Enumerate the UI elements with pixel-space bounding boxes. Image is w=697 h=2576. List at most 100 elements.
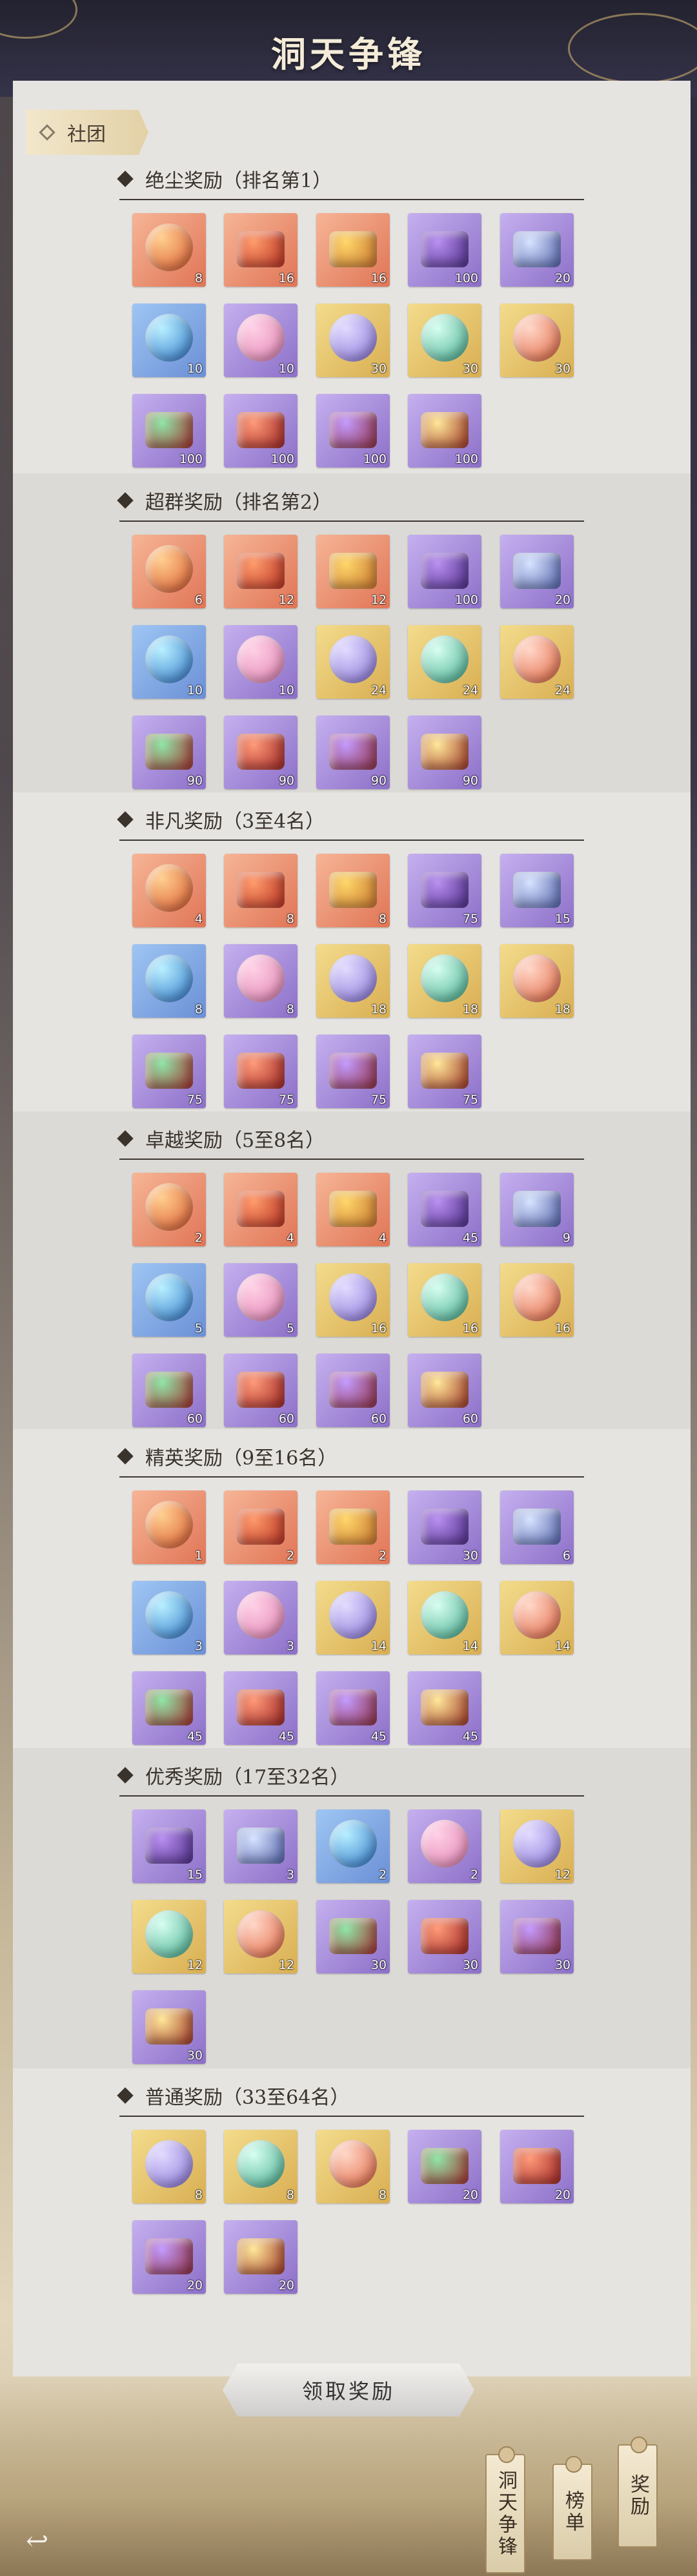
reward-item[interactable]: 5 [132,1263,206,1337]
reward-item[interactable]: 2 [408,1809,481,1883]
reward-item[interactable]: 24 [408,625,481,699]
reward-item[interactable]: 9 [500,1173,574,1246]
tab-ranking[interactable]: 榜单 [552,2456,592,2561]
reward-item[interactable]: 10 [132,625,206,699]
reward-item[interactable]: 30 [132,1990,206,2064]
reward-item[interactable]: 100 [316,394,390,468]
blue-spirit-orb-icon [145,635,193,683]
reward-item[interactable]: 75 [408,854,481,927]
reward-item[interactable]: 8 [316,854,390,927]
reward-item[interactable]: 20 [408,2130,481,2203]
reward-item[interactable]: 30 [408,1490,481,1564]
reward-item[interactable]: 30 [316,1900,390,1973]
reward-item[interactable]: 12 [132,1900,206,1973]
reward-item[interactable]: 16 [224,213,298,287]
reward-item[interactable]: 8 [132,213,206,287]
claim-reward-button[interactable]: 领取奖励 [223,2364,474,2416]
reward-item[interactable]: 8 [316,2130,390,2203]
reward-item[interactable]: 10 [132,304,206,377]
reward-item[interactable]: 3 [132,1581,206,1654]
reward-item[interactable]: 8 [132,2130,206,2203]
reward-item[interactable]: 20 [500,535,574,608]
reward-item[interactable]: 18 [316,944,390,1018]
section-divider [119,520,584,522]
tab-dongtian-zhengfeng[interactable]: 洞天争锋 [485,2446,525,2573]
reward-item[interactable]: 45 [132,1671,206,1745]
reward-item[interactable]: 75 [224,1035,298,1108]
reward-item[interactable]: 4 [316,1173,390,1246]
reward-item[interactable]: 3 [224,1581,298,1654]
reward-item[interactable]: 30 [500,304,574,377]
reward-item[interactable]: 60 [408,1354,481,1427]
item-count: 20 [554,593,571,607]
reward-item[interactable]: 30 [408,1900,481,1973]
reward-item[interactable]: 10 [224,625,298,699]
reward-item[interactable]: 12 [500,1809,574,1883]
reward-item[interactable]: 6 [500,1490,574,1564]
reward-item[interactable]: 8 [132,944,206,1018]
reward-item[interactable]: 24 [500,625,574,699]
reward-item[interactable]: 2 [132,1173,206,1246]
reward-item[interactable]: 20 [500,213,574,287]
reward-item[interactable]: 60 [224,1354,298,1427]
item-count: 10 [278,362,294,376]
reward-item[interactable]: 20 [500,2130,574,2203]
reward-item[interactable]: 20 [132,2220,206,2294]
reward-item[interactable]: 45 [224,1671,298,1745]
reward-item[interactable]: 8 [224,2130,298,2203]
tab-rewards[interactable]: 奖励 [618,2437,658,2548]
reward-item[interactable]: 100 [408,213,481,287]
reward-item[interactable]: 15 [500,854,574,927]
reward-item[interactable]: 75 [408,1035,481,1108]
reward-item[interactable]: 10 [224,304,298,377]
reward-item[interactable]: 100 [132,394,206,468]
reward-item[interactable]: 60 [132,1354,206,1427]
reward-item[interactable]: 18 [408,944,481,1018]
reward-item[interactable]: 12 [316,535,390,608]
reward-item[interactable]: 100 [408,394,481,468]
reward-item[interactable]: 4 [224,1173,298,1246]
reward-item[interactable]: 30 [316,304,390,377]
reward-item[interactable]: 24 [316,625,390,699]
reward-item[interactable]: 90 [224,716,298,789]
reward-item[interactable]: 14 [408,1581,481,1654]
reward-item[interactable]: 16 [316,1263,390,1337]
reward-item[interactable]: 45 [408,1671,481,1745]
reward-item[interactable]: 16 [500,1263,574,1337]
reward-item[interactable]: 4 [132,854,206,927]
reward-item[interactable]: 75 [316,1035,390,1108]
reward-item[interactable]: 3 [224,1809,298,1883]
reward-item[interactable]: 18 [500,944,574,1018]
reward-item[interactable]: 14 [500,1581,574,1654]
reward-item[interactable]: 90 [132,716,206,789]
reward-item[interactable]: 16 [408,1263,481,1337]
reward-item[interactable]: 5 [224,1263,298,1337]
reward-item[interactable]: 20 [224,2220,298,2294]
reward-item[interactable]: 45 [408,1173,481,1246]
reward-item[interactable]: 2 [224,1490,298,1564]
reward-item[interactable]: 1 [132,1490,206,1564]
reward-item[interactable]: 12 [224,535,298,608]
reward-item[interactable]: 12 [224,1900,298,1973]
reward-item[interactable]: 14 [316,1581,390,1654]
reward-item[interactable]: 30 [500,1900,574,1973]
reward-item[interactable]: 45 [316,1671,390,1745]
reward-item[interactable]: 90 [316,716,390,789]
reward-item[interactable]: 8 [224,854,298,927]
reward-item[interactable]: 8 [224,944,298,1018]
reward-item[interactable]: 60 [316,1354,390,1427]
reward-item[interactable]: 15 [132,1809,206,1883]
reward-item[interactable]: 90 [408,716,481,789]
item-count: 6 [194,593,203,607]
reward-item[interactable]: 100 [408,535,481,608]
reward-item[interactable]: 75 [132,1035,206,1108]
reward-item[interactable]: 30 [408,304,481,377]
back-arrow-icon[interactable]: ↩ [26,2525,65,2557]
reward-item[interactable]: 16 [316,213,390,287]
reward-item[interactable]: 100 [224,394,298,468]
club-tag[interactable]: 社团 [26,110,148,155]
reward-item[interactable]: 2 [316,1809,390,1883]
reward-item[interactable]: 2 [316,1490,390,1564]
reward-item[interactable]: 6 [132,535,206,608]
item-count: 75 [187,1093,203,1107]
